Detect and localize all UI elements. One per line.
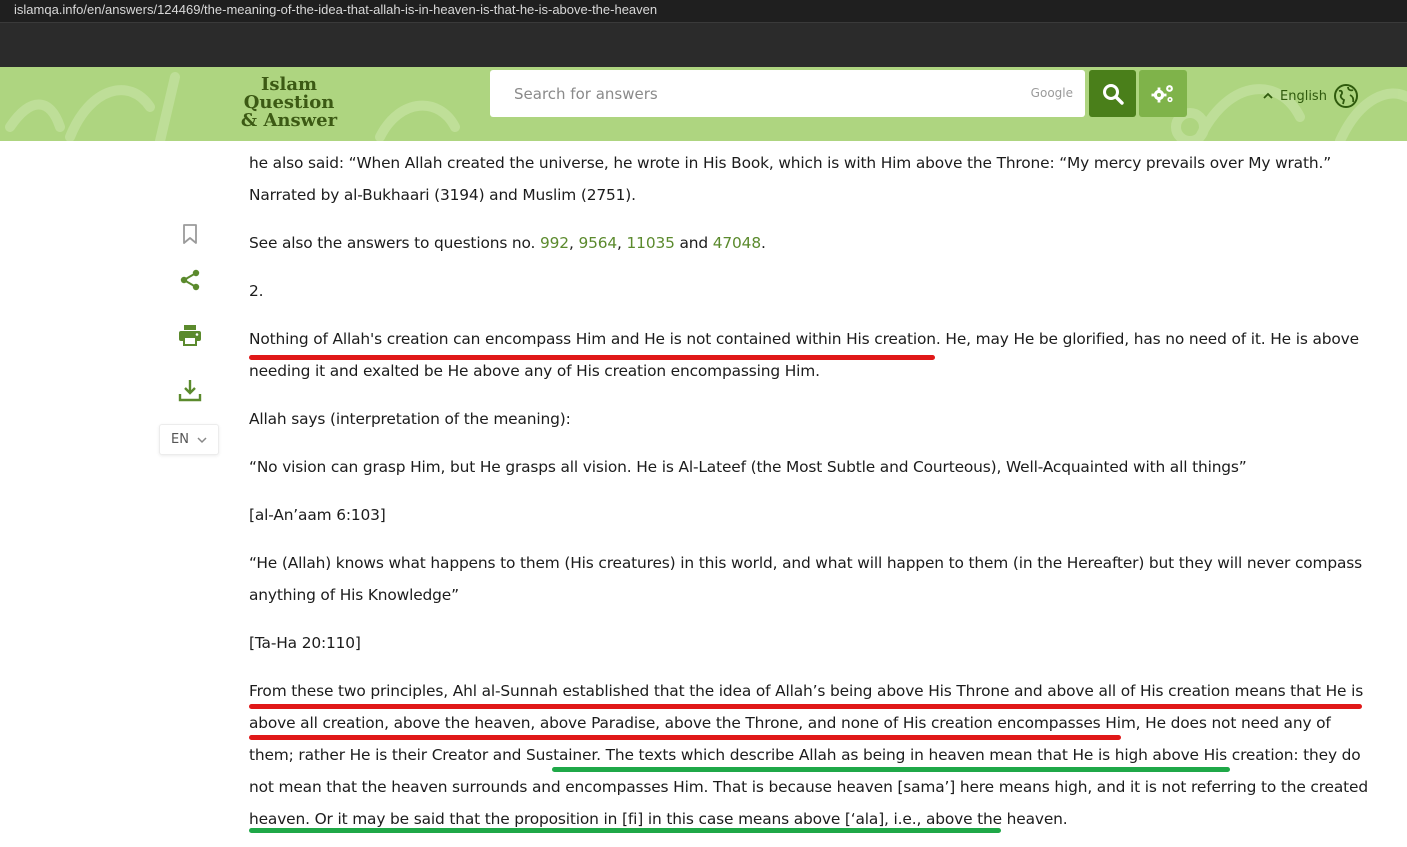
quote-vision: “No vision can grasp Him, but He grasps … — [249, 458, 1247, 476]
print-button[interactable] — [176, 321, 204, 349]
download-icon — [178, 380, 202, 402]
see-also-suffix: . — [760, 234, 766, 252]
citation-taha: [Ta-Ha 20:110] — [249, 634, 361, 652]
content-language-select[interactable]: EN — [159, 424, 219, 455]
question-link-992[interactable]: 992 — [540, 234, 569, 252]
green-underline-1 — [552, 767, 1230, 772]
language-switcher[interactable]: English — [1262, 83, 1359, 109]
search-box: Google — [490, 70, 1085, 117]
section-number: 2. — [249, 282, 264, 300]
content-language-code: EN — [171, 432, 189, 447]
search-provider-label: Google — [1030, 86, 1073, 100]
site-logo[interactable]: Islam Question & Answer — [219, 76, 359, 130]
globe-icon — [1333, 84, 1358, 108]
logo-line-1: Islam Question — [243, 74, 335, 113]
question-link-11035[interactable]: 11035 — [627, 234, 675, 252]
question-link-47048[interactable]: 47048 — [713, 234, 761, 252]
language-label: English — [1280, 88, 1327, 104]
question-link-9564[interactable]: 9564 — [578, 234, 617, 252]
share-icon — [180, 269, 200, 291]
browser-divider — [0, 22, 1407, 23]
paragraph-hadith: he also said: “When Allah created the un… — [249, 154, 1332, 204]
browser-toolbar — [0, 22, 1407, 67]
red-underline-2 — [249, 704, 1362, 709]
advanced-search-button[interactable] — [1139, 70, 1187, 117]
link-conjunction: and — [674, 234, 713, 252]
gears-icon — [1151, 84, 1173, 102]
site-header: Islam Question & Answer Google — [0, 67, 1407, 141]
bookmark-button[interactable] — [176, 220, 204, 248]
quote-knowledge: “He (Allah) knows what happens to them (… — [249, 554, 1363, 604]
red-underline-3 — [249, 735, 1121, 740]
paragraph-principles: From these two principles, Ahl al-Sunnah… — [249, 682, 1368, 828]
chevron-down-icon — [197, 436, 207, 443]
see-also-prefix: See also the answers to questions no. — [249, 234, 541, 252]
paragraph-see-also: See also the answers to questions no. 99… — [249, 227, 1374, 259]
search-input[interactable] — [490, 70, 1020, 117]
search-icon — [1102, 83, 1124, 105]
link-separator: , — [617, 234, 627, 252]
bookmark-icon — [183, 224, 197, 244]
green-underline-2 — [249, 828, 1001, 833]
address-bar[interactable]: islamqa.info/en/answers/124469/the-meani… — [0, 0, 1407, 22]
logo-line-2: & Answer — [240, 110, 338, 131]
print-icon — [179, 325, 201, 346]
red-underline-1 — [249, 355, 935, 360]
search-button[interactable] — [1089, 70, 1136, 117]
download-button[interactable] — [176, 376, 204, 404]
paragraph-allah-says: Allah says (interpretation of the meanin… — [249, 410, 571, 428]
chevron-up-icon — [1263, 92, 1273, 99]
share-button[interactable] — [176, 266, 204, 294]
article-body: he also said: “When Allah created the un… — [249, 147, 1374, 847]
citation-anaam: [al-An’aam 6:103] — [249, 506, 386, 524]
